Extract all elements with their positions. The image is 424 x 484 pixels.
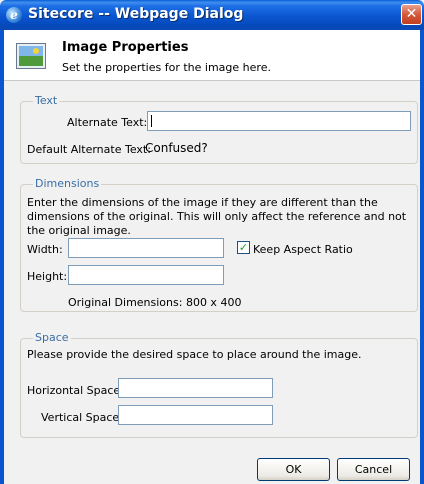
alternate-text-input[interactable] xyxy=(147,111,411,131)
text-section-legend: Text xyxy=(33,94,60,107)
dialog-header: Image Properties Set the properties for … xyxy=(4,30,420,81)
internet-explorer-icon: e xyxy=(6,7,22,23)
close-button[interactable]: ✕ xyxy=(401,4,422,25)
width-input[interactable] xyxy=(68,238,224,258)
dialog-title: Image Properties xyxy=(62,40,189,55)
height-input[interactable] xyxy=(68,265,224,285)
dialog-window: e Sitecore -- Webpage Dialog ✕ Image Pro… xyxy=(0,0,424,484)
dimensions-section-legend: Dimensions xyxy=(33,177,102,190)
alternate-text-label: Alternate Text: xyxy=(67,116,148,129)
text-section: Text Alternate Text: Default Alternate T… xyxy=(20,94,418,164)
window-frame-right xyxy=(420,30,424,484)
width-label: Width: xyxy=(27,243,63,256)
dimensions-description: Enter the dimensions of the image if the… xyxy=(27,196,407,237)
title-bar: e Sitecore -- Webpage Dialog ✕ xyxy=(0,0,424,30)
space-description: Please provide the desired space to plac… xyxy=(27,348,362,361)
text-caret xyxy=(151,115,152,127)
horizontal-space-input[interactable] xyxy=(118,378,273,398)
vertical-space-label: Vertical Space: xyxy=(41,411,123,424)
keep-aspect-ratio-checkbox[interactable]: ✓ xyxy=(237,241,250,254)
space-section-legend: Space xyxy=(33,331,71,344)
window-frame-left xyxy=(0,30,4,484)
image-icon xyxy=(16,43,46,69)
window-title: Sitecore -- Webpage Dialog xyxy=(28,6,244,22)
space-section: Space Please provide the desired space t… xyxy=(20,331,418,438)
keep-aspect-ratio-label: Keep Aspect Ratio xyxy=(253,243,353,256)
vertical-space-input[interactable] xyxy=(118,405,273,425)
ok-button[interactable]: OK xyxy=(257,458,330,481)
dialog-subtitle: Set the properties for the image here. xyxy=(62,61,271,74)
default-alternate-text-value: Confused? xyxy=(145,141,208,155)
dimensions-section: Dimensions Enter the dimensions of the i… xyxy=(20,177,418,312)
default-alternate-text-label: Default Alternate Text: xyxy=(27,143,151,156)
height-label: Height: xyxy=(27,270,68,283)
original-dimensions-text: Original Dimensions: 800 x 400 xyxy=(68,296,242,309)
horizontal-space-label: Horizontal Space: xyxy=(27,384,124,397)
cancel-button[interactable]: Cancel xyxy=(337,458,410,481)
